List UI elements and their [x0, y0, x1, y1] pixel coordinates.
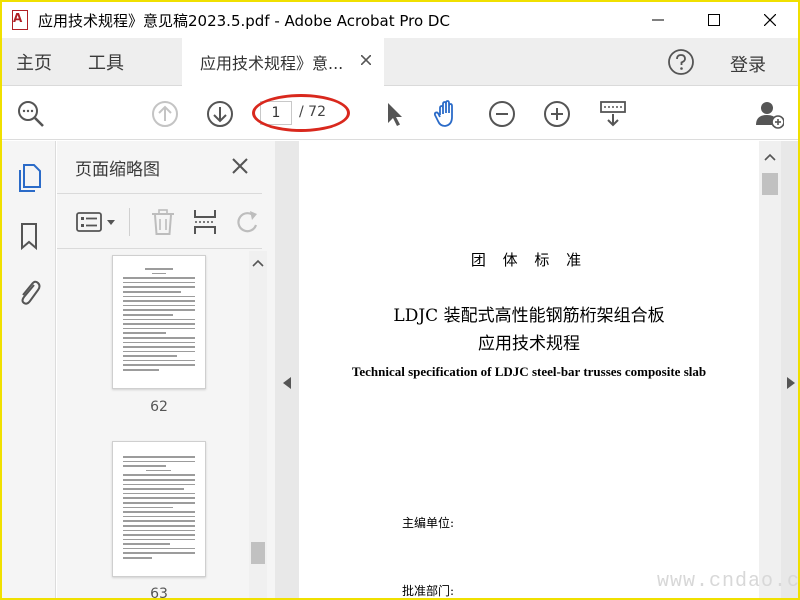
previous-page-button[interactable] — [150, 99, 180, 129]
search-zoom-icon — [18, 101, 44, 127]
maximize-icon — [708, 14, 720, 26]
zoom-in-button[interactable] — [542, 99, 572, 129]
plus-circle-icon — [544, 101, 570, 127]
arrow-down-circle-icon — [207, 101, 233, 127]
zoom-out-button[interactable] — [487, 99, 517, 129]
page-thumbnails-icon — [19, 164, 41, 192]
rotate-page-button[interactable] — [233, 208, 261, 236]
options-list-icon — [76, 212, 115, 232]
close-icon — [361, 55, 371, 65]
insert-page-button[interactable] — [191, 208, 219, 236]
window-controls — [630, 2, 798, 38]
delete-page-button[interactable] — [149, 208, 177, 236]
minimize-button[interactable] — [630, 2, 686, 38]
tab-bar: 主页 工具 应用技术规程》意... 登录 — [2, 38, 798, 86]
rotate-icon — [237, 211, 258, 233]
close-icon — [764, 14, 776, 26]
tab-document-label: 应用技术规程》意... — [200, 54, 344, 73]
close-icon — [232, 158, 248, 174]
help-button[interactable] — [667, 48, 695, 76]
thumbnail-text — [123, 268, 195, 374]
bookmark-icon — [21, 223, 37, 251]
acrobat-icon: A — [10, 9, 30, 31]
document-title: LDJC 装配式高性能钢筋桁架组合板 — [393, 306, 665, 326]
field-approval: 批准部门: — [402, 584, 455, 598]
thumbnail-text — [123, 456, 195, 562]
scrollbar-thumb[interactable] — [762, 173, 778, 195]
tab-document[interactable]: 应用技术规程》意... — [182, 38, 384, 86]
select-tool-button[interactable] — [378, 99, 408, 129]
toolbar-divider — [129, 208, 130, 236]
add-user-icon — [756, 102, 784, 129]
toolbar: 1 / 72 — [2, 86, 798, 140]
zoom-tool-button[interactable] — [16, 99, 46, 129]
close-window-button[interactable] — [742, 2, 798, 38]
left-rail — [2, 141, 56, 598]
paperclip-icon — [21, 280, 41, 305]
panel-close-button[interactable] — [229, 155, 251, 177]
minus-circle-icon — [489, 101, 515, 127]
share-button[interactable] — [754, 99, 784, 129]
document-scrollbar[interactable] — [759, 141, 781, 598]
standard-type: 团 体 标 准 — [470, 251, 588, 269]
chevron-up-icon — [252, 259, 264, 267]
english-title: Technical specification of LDJC steel-ba… — [351, 364, 707, 379]
help-icon — [668, 49, 694, 75]
page-thumbnail-63[interactable] — [112, 441, 206, 577]
document-page: 团 体 标 准 LDJC 装配式高性能钢筋桁架组合板 应用技术规程 Techni… — [299, 141, 759, 598]
thumbnails-scrollbar[interactable] — [249, 251, 267, 598]
thumbnail-label: 63 — [150, 586, 168, 598]
thumbnails-panel: 页面缩略图 62 63 — [57, 141, 275, 598]
trash-icon — [152, 209, 174, 235]
page-thumbnail-62[interactable] — [112, 255, 206, 389]
fit-page-icon — [600, 101, 626, 127]
arrow-up-circle-icon — [152, 101, 178, 127]
panel-toolbar — [57, 193, 262, 249]
title-bar: A 应用技术规程》意见稿2023.5.pdf - Adobe Acrobat P… — [2, 2, 798, 38]
fit-page-button[interactable] — [598, 99, 628, 129]
window-title: 应用技术规程》意见稿2023.5.pdf - Adobe Acrobat Pro… — [38, 11, 450, 30]
panel-title: 页面缩略图 — [75, 160, 160, 180]
minimize-icon — [652, 19, 664, 21]
tab-home[interactable]: 主页 — [16, 49, 52, 75]
page-thumbnails-button[interactable] — [14, 163, 44, 193]
chevron-up-icon — [764, 153, 776, 161]
tab-close-button[interactable] — [358, 52, 374, 68]
annotation-ellipse — [252, 94, 350, 132]
scrollbar-thumb[interactable] — [251, 542, 265, 564]
next-page-button[interactable] — [205, 99, 235, 129]
signin-button[interactable]: 登录 — [730, 51, 766, 77]
hand-icon — [433, 100, 453, 127]
insert-page-icon — [194, 210, 216, 234]
watermark: www.cndao.com — [657, 570, 798, 593]
collapse-left-icon — [283, 377, 291, 389]
expand-right-icon[interactable] — [787, 377, 795, 389]
attachments-button[interactable] — [14, 277, 44, 307]
panel-splitter[interactable] — [275, 141, 299, 598]
document-subtitle: 应用技术规程 — [478, 334, 580, 354]
tab-tools[interactable]: 工具 — [88, 49, 124, 75]
pointer-icon — [388, 103, 402, 126]
bookmarks-button[interactable] — [14, 221, 44, 251]
options-menu-button[interactable] — [75, 208, 119, 236]
app-window: A 应用技术规程》意见稿2023.5.pdf - Adobe Acrobat P… — [2, 2, 798, 598]
hand-tool-button[interactable] — [432, 99, 462, 129]
field-editor: 主编单位: — [402, 516, 455, 530]
thumbnail-label: 62 — [150, 399, 168, 415]
maximize-button[interactable] — [686, 2, 742, 38]
